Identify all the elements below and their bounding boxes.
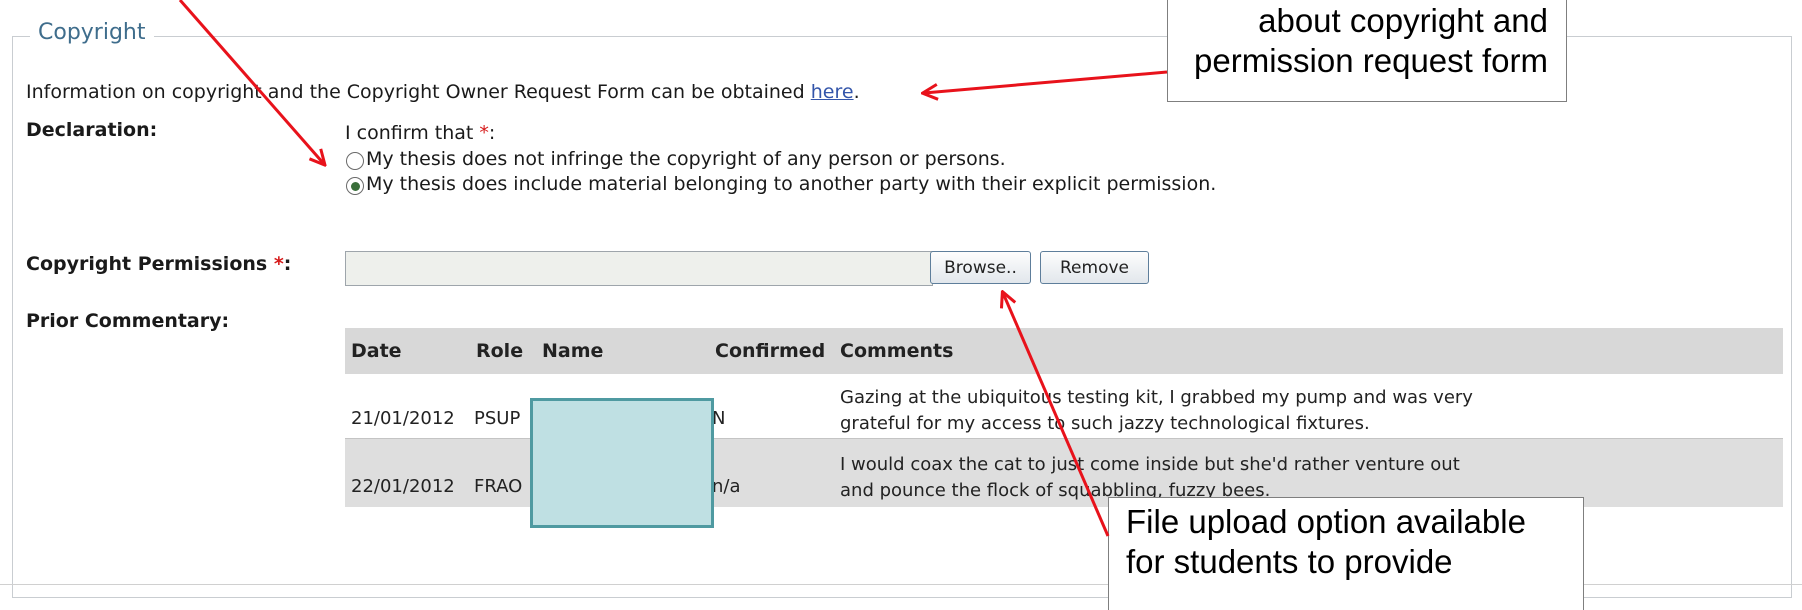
arrow-to-browse <box>1003 293 1110 537</box>
page: Copyright Information on copyright and t… <box>0 0 1802 610</box>
arrow-to-here-link <box>924 70 1168 93</box>
annotation-arrows <box>178 0 1168 537</box>
arrow-to-radio <box>178 0 324 164</box>
